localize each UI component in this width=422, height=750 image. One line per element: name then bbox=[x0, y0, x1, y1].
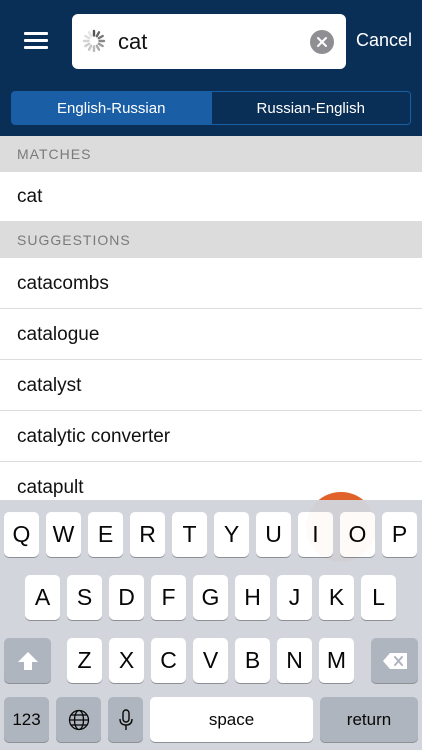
key-r[interactable]: R bbox=[130, 512, 165, 557]
matches-section-header: MATCHES bbox=[0, 136, 422, 172]
key-k[interactable]: K bbox=[319, 575, 354, 620]
shift-arrow-icon bbox=[17, 651, 38, 670]
key-s[interactable]: S bbox=[67, 575, 102, 620]
clear-search-button[interactable] bbox=[310, 30, 334, 54]
key-f[interactable]: F bbox=[151, 575, 186, 620]
close-icon bbox=[317, 37, 327, 47]
direction-segmented-control: English-Russian Russian-English bbox=[11, 91, 411, 125]
key-c[interactable]: C bbox=[151, 638, 186, 683]
shift-key[interactable] bbox=[4, 638, 51, 683]
search-field[interactable] bbox=[72, 14, 346, 69]
key-n[interactable]: N bbox=[277, 638, 312, 683]
menu-icon[interactable] bbox=[18, 26, 54, 56]
space-key[interactable]: space bbox=[150, 697, 313, 742]
cancel-button[interactable]: Cancel bbox=[356, 30, 412, 51]
suggestion-item[interactable]: catalytic converter bbox=[0, 412, 422, 462]
match-item-cat[interactable]: cat bbox=[0, 172, 422, 222]
key-a[interactable]: A bbox=[25, 575, 60, 620]
search-input[interactable] bbox=[118, 24, 308, 60]
loading-spinner-icon bbox=[82, 29, 106, 53]
key-d[interactable]: D bbox=[109, 575, 144, 620]
globe-icon bbox=[68, 709, 89, 730]
suggestion-item[interactable]: catalogue bbox=[0, 310, 422, 360]
key-o[interactable]: O bbox=[340, 512, 375, 557]
key-l[interactable]: L bbox=[361, 575, 396, 620]
backspace-key[interactable] bbox=[371, 638, 418, 683]
key-h[interactable]: H bbox=[235, 575, 270, 620]
key-y[interactable]: Y bbox=[214, 512, 249, 557]
key-t[interactable]: T bbox=[172, 512, 207, 557]
key-w[interactable]: W bbox=[46, 512, 81, 557]
suggestion-item[interactable]: catalyst bbox=[0, 361, 422, 411]
on-screen-keyboard: Q W E R T Y U I O P A S D F G H J K L Z … bbox=[0, 500, 422, 750]
key-j[interactable]: J bbox=[277, 575, 312, 620]
key-v[interactable]: V bbox=[193, 638, 228, 683]
key-q[interactable]: Q bbox=[4, 512, 39, 557]
globe-key[interactable] bbox=[56, 697, 101, 742]
key-p[interactable]: P bbox=[382, 512, 417, 557]
key-g[interactable]: G bbox=[193, 575, 228, 620]
key-m[interactable]: M bbox=[319, 638, 354, 683]
dictation-key[interactable] bbox=[108, 697, 143, 742]
suggestions-section-header: SUGGESTIONS bbox=[0, 222, 422, 258]
top-bar: Cancel English-Russian Russian-English bbox=[0, 0, 422, 136]
tab-english-russian[interactable]: English-Russian bbox=[12, 92, 211, 124]
key-i[interactable]: I bbox=[298, 512, 333, 557]
return-key[interactable]: return bbox=[320, 697, 418, 742]
microphone-icon bbox=[118, 708, 133, 730]
suggestion-item[interactable]: catacombs bbox=[0, 259, 422, 309]
key-x[interactable]: X bbox=[109, 638, 144, 683]
numbers-key[interactable]: 123 bbox=[4, 697, 49, 742]
tab-russian-english[interactable]: Russian-English bbox=[210, 92, 410, 124]
key-z[interactable]: Z bbox=[67, 638, 102, 683]
key-e[interactable]: E bbox=[88, 512, 123, 557]
backspace-icon bbox=[382, 652, 407, 669]
key-u[interactable]: U bbox=[256, 512, 291, 557]
key-b[interactable]: B bbox=[235, 638, 270, 683]
